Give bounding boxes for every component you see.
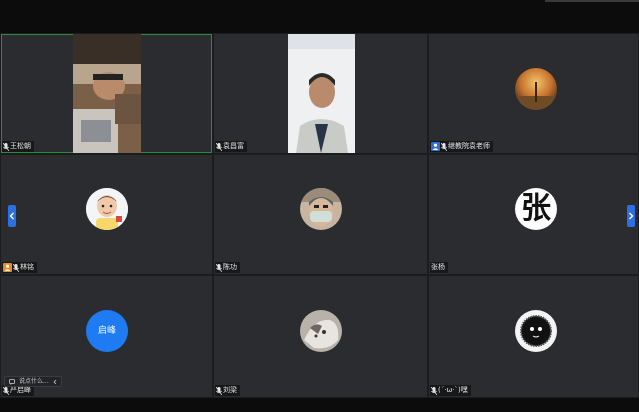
page-next-button[interactable] <box>627 205 635 227</box>
host-badge-icon <box>431 142 440 151</box>
chat-placeholder: 说点什么... <box>19 378 49 385</box>
participant-name: 张杨 <box>431 263 445 271</box>
mic-muted-icon <box>13 263 19 272</box>
participant-avatar <box>300 310 342 352</box>
participant-avatar <box>515 68 557 110</box>
participant-tile[interactable]: 继教院袁老师 <box>429 34 638 153</box>
mic-muted-icon <box>431 386 437 395</box>
participant-tile[interactable]: (´·ω·`)嘿 <box>429 276 638 397</box>
participant-name: 继教院袁老师 <box>448 142 490 150</box>
bottom-bar <box>0 398 639 412</box>
chat-input-pill[interactable]: 说点什么... <box>4 376 62 387</box>
participant-tile[interactable]: 张 张杨 <box>429 155 638 274</box>
video-grid: 王松朝 袁昌富 继教院袁老师 林铭 陈功 张 张杨 启峰 严启峰 刘梁 (´·ω… <box>0 33 639 398</box>
participant-nametag: 张杨 <box>430 262 448 273</box>
participant-nametag: 王松朝 <box>2 141 34 152</box>
participant-name: 林铭 <box>20 263 34 271</box>
participant-nametag: 继教院袁老师 <box>430 141 493 152</box>
mic-muted-icon <box>216 263 222 272</box>
participant-nametag: 刘梁 <box>215 385 240 396</box>
participant-name: 袁昌富 <box>223 142 244 150</box>
avatar-initials: 启峰 <box>97 326 116 336</box>
chat-icon <box>9 378 15 385</box>
chevron-right-icon <box>629 212 634 220</box>
participant-name: 陈功 <box>223 263 237 271</box>
participant-name: 王松朝 <box>10 142 31 150</box>
participant-tile[interactable]: 袁昌富 <box>214 34 427 153</box>
mic-muted-icon <box>441 142 447 151</box>
chevron-left-icon <box>9 212 14 220</box>
mic-muted-icon <box>3 386 9 395</box>
chevron-left-icon <box>53 379 57 384</box>
mic-muted-icon <box>3 142 9 151</box>
participant-name: (´·ω·`)嘿 <box>438 386 468 394</box>
participant-nametag: 陈功 <box>215 262 240 273</box>
participant-tile[interactable]: 刘梁 <box>214 276 427 397</box>
participant-tile[interactable]: 王松朝 <box>1 34 212 153</box>
mic-muted-icon <box>216 142 222 151</box>
participant-name: 刘梁 <box>223 386 237 394</box>
mic-muted-icon <box>216 386 222 395</box>
participant-nametag: (´·ω·`)嘿 <box>430 385 471 396</box>
page-prev-button[interactable] <box>8 205 16 227</box>
participant-video <box>288 34 355 153</box>
participant-avatar <box>86 188 128 230</box>
participant-avatar: 张 <box>515 188 557 230</box>
participant-tile[interactable]: 林铭 <box>1 155 212 274</box>
participant-avatar: 启峰 <box>86 310 128 352</box>
participant-video <box>73 34 141 153</box>
participant-avatar <box>300 188 342 230</box>
cohost-badge-icon <box>3 263 12 272</box>
top-bar <box>0 0 639 33</box>
participant-tile[interactable]: 陈功 <box>214 155 427 274</box>
participant-nametag: 林铭 <box>2 262 37 273</box>
participant-nametag: 袁昌富 <box>215 141 247 152</box>
participant-avatar <box>515 310 557 352</box>
avatar-character: 张 <box>521 191 551 226</box>
